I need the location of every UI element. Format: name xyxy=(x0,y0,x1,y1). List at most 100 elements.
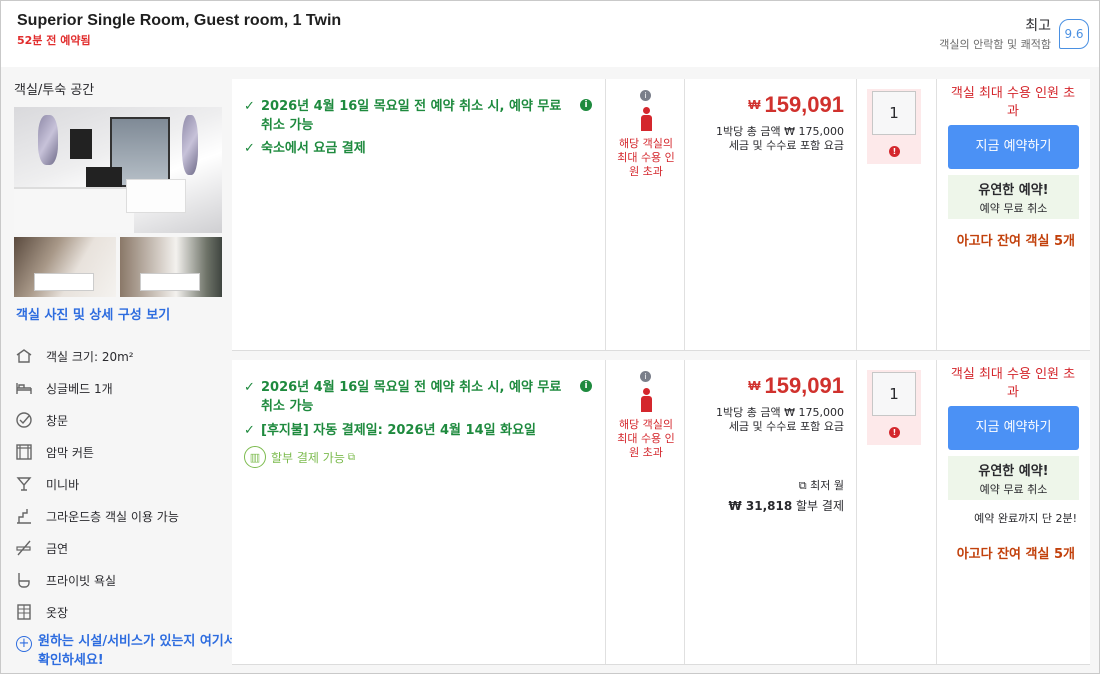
blackout-curtain-icon xyxy=(14,442,34,462)
room-quantity-column: 1 ! xyxy=(857,360,937,664)
no-smoking-icon xyxy=(14,538,34,558)
amenity-label: 미니바 xyxy=(46,477,80,492)
plus-circle-icon: + xyxy=(16,636,32,652)
warning-icon: ! xyxy=(889,146,900,157)
amenity-label: 옷장 xyxy=(46,605,69,620)
room-thumbnail[interactable] xyxy=(120,237,222,297)
occupancy-warning: 해당 객실의 최대 수용 인원 초과 xyxy=(617,137,675,178)
check-icon: ✓ xyxy=(244,423,255,438)
book-now-button[interactable]: 지금 예약하기 xyxy=(948,406,1079,450)
amenity-label: 객실 크기: 20m² xyxy=(46,349,134,364)
amenity-item: 금연 xyxy=(14,538,68,558)
amenity-label: 암막 커튼 xyxy=(46,445,94,460)
room-price: ₩159,091 xyxy=(748,92,844,117)
installment-available[interactable]: ▥ 할부 결제 가능 ⧉ xyxy=(244,446,355,468)
room-quantity-select[interactable]: 1 xyxy=(872,372,916,416)
check-facilities-link[interactable]: + 원하는 시설/서비스가 있는지 여기서 확인하세요! xyxy=(16,632,238,670)
check-icon: ✓ xyxy=(244,141,255,156)
occupancy-warning: 해당 객실의 최대 수용 인원 초과 xyxy=(617,418,675,459)
price-details: 1박당 총 금액 ₩ 175,000 세금 및 수수료 포함 요금 xyxy=(684,406,844,434)
amenity-label: 싱글베드 1개 xyxy=(46,381,113,396)
person-icon xyxy=(639,388,653,412)
flexible-booking-badge: 유연한 예약! 예약 무료 취소 xyxy=(948,456,1079,500)
info-icon[interactable]: i xyxy=(640,90,651,101)
external-link-icon: ⧉ xyxy=(347,451,356,463)
tax-included-note: 세금 및 수수료 포함 요금 xyxy=(728,420,844,433)
view-room-photos-link[interactable]: 객실 사진 및 상세 구성 보기 xyxy=(16,304,170,323)
total-per-night: 1박당 총 금액 ₩ 175,000 xyxy=(716,406,844,419)
amenity-label: 그라운드층 객실 이용 가능 xyxy=(46,509,179,524)
minibar-icon xyxy=(14,474,34,494)
occupancy-column: i 해당 객실의 최대 수용 인원 초과 xyxy=(606,360,685,664)
check-icon: ✓ xyxy=(244,99,255,114)
lowest-monthly-label: ⧉ 최저 월 xyxy=(798,479,844,492)
max-occupancy-exceeded: 객실 최대 수용 인원 초과 xyxy=(950,86,1076,119)
room-size-icon xyxy=(14,346,34,366)
pay-at-property-condition: ✓ 숙소에서 요금 결제 xyxy=(244,141,366,156)
info-icon[interactable]: i xyxy=(580,380,592,392)
price-details: 1박당 총 금액 ₩ 175,000 세금 및 수수료 포함 요금 xyxy=(684,125,844,153)
amenity-label: 창문 xyxy=(46,413,69,428)
amenity-item: 옷장 xyxy=(14,602,68,622)
amenity-item: 창문 xyxy=(14,410,68,430)
check-facilities-label: 원하는 시설/서비스가 있는지 여기서 확인하세요! xyxy=(38,634,236,668)
installment-suffix: 할부 결제 xyxy=(796,499,844,513)
room-title: Superior Single Room, Guest room, 1 Twin xyxy=(17,12,342,29)
free-cancellation-condition: ✓ 2026년 4월 16일 목요일 전 예약 취소 시, 예약 무료 취소 가… xyxy=(244,99,562,133)
room-thumbnail[interactable] xyxy=(14,237,116,297)
private-bathroom-icon xyxy=(14,570,34,590)
amenity-item: 미니바 xyxy=(14,474,79,494)
auto-payment-condition: ✓ [후지불] 자동 결제일: 2026년 4월 14일 화요일 xyxy=(244,423,536,438)
free-cancellation-label: 예약 무료 취소 xyxy=(979,202,1048,215)
room-info-column: 객실/투숙 공간 객실 사진 및 상세 구성 보기 객실 크기: 20m² 싱글… xyxy=(1,67,236,673)
rooms-left-label: 아고다 잔여 객실 5개 xyxy=(956,234,1075,249)
price-column: ₩159,091 1박당 총 금액 ₩ 175,000 세금 및 수수료 포함 … xyxy=(685,360,857,664)
review-rating-word: 최고 xyxy=(1025,18,1051,34)
ground-floor-icon xyxy=(14,506,34,526)
tax-included-note: 세금 및 수수료 포함 요금 xyxy=(728,139,844,152)
room-offer-panel: Superior Single Room, Guest room, 1 Twin… xyxy=(0,0,1100,674)
total-per-night: 1박당 총 금액 ₩ 175,000 xyxy=(716,125,844,138)
room-header: Superior Single Room, Guest room, 1 Twin… xyxy=(1,1,1099,67)
price-column: ₩159,091 1박당 총 금액 ₩ 175,000 세금 및 수수료 포함 … xyxy=(685,79,857,350)
warning-icon: ! xyxy=(889,427,900,438)
amenity-item: 싱글베드 1개 xyxy=(14,378,113,398)
room-section-title: 객실/투숙 공간 xyxy=(14,83,95,98)
room-price: ₩159,091 xyxy=(748,373,844,398)
person-icon xyxy=(639,107,653,131)
installment-label: 할부 결제 가능 xyxy=(271,450,345,465)
check-icon: ✓ xyxy=(244,380,255,395)
flexible-booking-title: 유연한 예약! xyxy=(978,183,1049,198)
room-quantity-select[interactable]: 1 xyxy=(872,91,916,135)
amenity-item: 프라이빗 욕실 xyxy=(14,570,116,590)
amenity-label: 금연 xyxy=(46,541,69,556)
wardrobe-icon xyxy=(14,602,34,622)
free-cancellation-label: 예약 무료 취소 xyxy=(979,483,1048,496)
review-category: 객실의 안락함 및 쾌적함 xyxy=(939,38,1051,51)
copy-icon: ⧉ xyxy=(798,479,811,492)
monthly-installment: ₩ 31,818 할부 결제 xyxy=(728,497,844,514)
booking-column: 객실 최대 수용 인원 초과 지금 예약하기 유연한 예약! 예약 무료 취소 … xyxy=(937,79,1090,350)
book-now-button[interactable]: 지금 예약하기 xyxy=(948,125,1079,169)
monthly-amount: ₩ 31,818 xyxy=(728,499,793,513)
rate-offer-card: ✓ 2026년 4월 16일 목요일 전 예약 취소 시, 예약 무료 취소 가… xyxy=(232,360,1090,665)
review-score-badge: 9.6 xyxy=(1059,19,1089,49)
window-icon xyxy=(14,410,34,430)
room-quantity-column: 1 ! xyxy=(857,79,937,350)
bed-icon xyxy=(14,378,34,398)
currency-symbol: ₩ xyxy=(748,378,761,393)
flexible-booking-badge: 유연한 예약! 예약 무료 취소 xyxy=(948,175,1079,219)
info-icon[interactable]: i xyxy=(640,371,651,382)
occupancy-column: i 해당 객실의 최대 수용 인원 초과 xyxy=(606,79,685,350)
booked-recently-label: 52분 전 예약됨 xyxy=(17,34,91,47)
amenity-label: 프라이빗 욕실 xyxy=(46,573,117,588)
rate-offer-card: ✓ 2026년 4월 16일 목요일 전 예약 취소 시, 예약 무료 취소 가… xyxy=(232,79,1090,351)
booking-column: 객실 최대 수용 인원 초과 지금 예약하기 유연한 예약! 예약 무료 취소 … xyxy=(937,360,1090,664)
info-icon[interactable]: i xyxy=(580,99,592,111)
free-cancellation-condition: ✓ 2026년 4월 16일 목요일 전 예약 취소 시, 예약 무료 취소 가… xyxy=(244,380,562,414)
offer-conditions: ✓ 2026년 4월 16일 목요일 전 예약 취소 시, 예약 무료 취소 가… xyxy=(232,79,606,350)
amenity-item: 객실 크기: 20m² xyxy=(14,346,134,366)
flexible-booking-title: 유연한 예약! xyxy=(978,464,1049,479)
max-occupancy-exceeded: 객실 최대 수용 인원 초과 xyxy=(950,367,1076,400)
room-main-photo[interactable] xyxy=(14,107,222,233)
